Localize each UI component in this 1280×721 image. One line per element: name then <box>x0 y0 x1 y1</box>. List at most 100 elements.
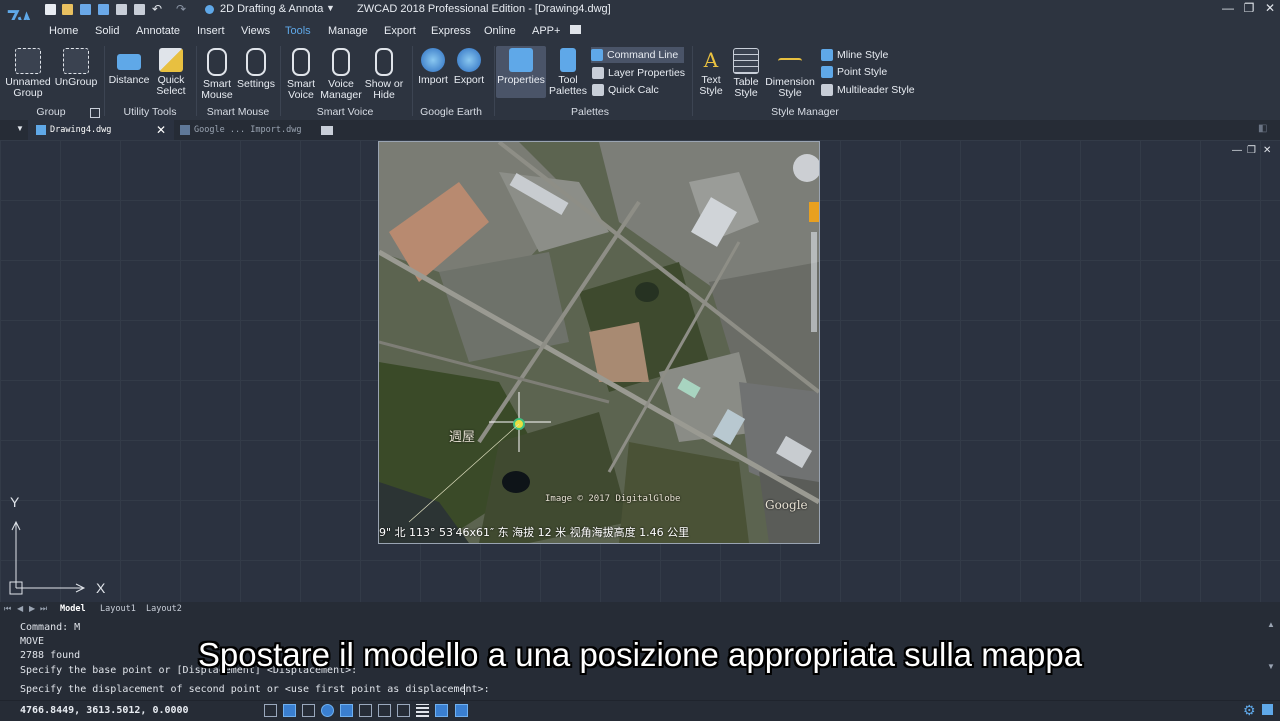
dwg-file-icon <box>180 124 190 135</box>
selection-cycling-icon[interactable] <box>455 704 468 717</box>
command-scroll-up-icon[interactable]: ▲ <box>1267 620 1275 629</box>
print-icon[interactable] <box>116 4 127 15</box>
close-tab-icon[interactable]: ✕ <box>156 120 166 140</box>
smart-voice-panel-label: Smart Voice <box>316 106 374 118</box>
satellite-imagery <box>379 142 819 543</box>
palettes-panel-label: Palettes <box>571 106 609 118</box>
command-line-button[interactable]: Command Line <box>591 47 685 63</box>
distance-button[interactable]: Distance <box>106 48 152 86</box>
tab-layout1[interactable]: Layout1 <box>100 604 136 614</box>
menu-tools[interactable]: Tools <box>285 25 311 37</box>
tab-scroll-icon[interactable]: ◧ <box>1258 123 1267 134</box>
grid-display-icon[interactable] <box>283 704 296 717</box>
tool-palettes-button[interactable]: Tool Palettes <box>548 48 588 97</box>
dynamic-ucs-icon[interactable] <box>378 704 391 717</box>
lineweight-icon[interactable] <box>416 704 429 717</box>
object-snap-tracking-icon[interactable] <box>359 704 372 717</box>
google-earth-import-button[interactable]: Import <box>414 48 452 86</box>
layer-properties-button[interactable]: Layer Properties <box>592 65 685 81</box>
table-style-icon <box>733 48 759 74</box>
point-style-button[interactable]: Point Style <box>821 64 887 80</box>
undo-icon[interactable]: ↶ <box>152 2 162 16</box>
separator <box>196 46 197 116</box>
minimize-button[interactable]: — <box>1219 1 1237 15</box>
snap-mode-icon[interactable] <box>264 704 277 717</box>
voice-manager-button[interactable]: Voice Manager <box>318 48 364 101</box>
menu-insert[interactable]: Insert <box>197 25 225 37</box>
ortho-mode-icon[interactable] <box>302 704 315 717</box>
menu-express[interactable]: Express <box>431 25 471 37</box>
quick-select-icon <box>159 48 183 72</box>
settings-gear-icon[interactable]: ⚙ <box>1243 702 1256 719</box>
menu-online[interactable]: Online <box>484 25 516 37</box>
menu-export[interactable]: Export <box>384 25 416 37</box>
map-status-bar: 9" 北 113° 53′46x61″ 东 海拔 12 米 视角海拔高度 1.4… <box>379 526 690 539</box>
utility-tools-panel-label: Utility Tools <box>123 106 177 118</box>
quick-properties-icon[interactable] <box>435 704 448 717</box>
quick-select-button[interactable]: Quick Select <box>152 48 190 97</box>
ungroup-button[interactable]: UnGroup <box>54 48 98 88</box>
tab-layout2[interactable]: Layout2 <box>146 604 182 614</box>
ucs-x-label: X <box>96 580 106 596</box>
unnamed-group-button[interactable]: Unnamed Group <box>4 48 52 99</box>
next-layout-icon[interactable]: ▶ <box>29 604 35 613</box>
dynamic-input-icon[interactable] <box>397 704 410 717</box>
drawing-close-button[interactable]: ✕ <box>1263 145 1271 156</box>
last-layout-icon[interactable]: ⏭ <box>40 604 47 614</box>
text-style-button[interactable]: A Text Style <box>694 48 728 97</box>
tab-model[interactable]: Model <box>60 604 86 614</box>
mouse-settings-icon <box>246 48 266 76</box>
fullscreen-icon[interactable] <box>1262 704 1273 715</box>
menu-manage[interactable]: Manage <box>328 25 368 37</box>
menu-app-plus[interactable]: APP+ <box>532 25 560 37</box>
tab-drawing4[interactable]: Drawing4.dwg ✕ <box>28 120 174 140</box>
maximize-button[interactable]: ❐ <box>1240 1 1258 15</box>
separator <box>412 46 413 116</box>
quick-calc-button[interactable]: Quick Calc <box>592 82 659 98</box>
drawing-minimize-button[interactable]: — <box>1232 145 1242 156</box>
group-panel-launcher-icon[interactable] <box>90 108 100 118</box>
smart-mouse-panel-label: Smart Mouse <box>206 106 270 118</box>
multileader-style-button[interactable]: Multileader Style <box>821 82 915 98</box>
first-layout-icon[interactable]: ⏮ <box>4 604 11 614</box>
workspace-dropdown-icon[interactable]: ▼ <box>326 3 335 13</box>
distance-ruler-icon <box>117 54 141 70</box>
smart-voice-button[interactable]: Smart Voice <box>282 48 320 101</box>
tab-list-dropdown-icon[interactable]: ▼ <box>16 124 24 133</box>
table-style-button[interactable]: Table Style <box>730 48 762 99</box>
mline-style-button[interactable]: Mline Style <box>821 47 888 63</box>
workspace-selector[interactable]: 2D Drafting & Annota <box>220 3 323 15</box>
plot-preview-icon[interactable] <box>134 4 145 15</box>
workspace-icon <box>205 5 214 14</box>
show-or-hide-button[interactable]: Show or Hide <box>362 48 406 101</box>
object-snap-icon[interactable] <box>340 704 353 717</box>
dimension-style-button[interactable]: Dimension Style <box>764 48 816 99</box>
command-input[interactable]: Specify the displacement of second point… <box>20 684 490 695</box>
new-file-icon[interactable] <box>45 4 56 15</box>
properties-icon <box>509 48 533 72</box>
close-button[interactable]: ✕ <box>1261 1 1279 15</box>
previous-layout-icon[interactable]: ◀ <box>17 604 23 613</box>
tool-palettes-icon <box>560 48 576 72</box>
save-icon[interactable] <box>80 4 91 15</box>
google-earth-export-button[interactable]: Export <box>450 48 488 86</box>
menu-solid[interactable]: Solid <box>95 25 119 37</box>
menu-annotate[interactable]: Annotate <box>136 25 180 37</box>
map-place-label: 週屋 <box>449 429 476 444</box>
properties-button[interactable]: Properties <box>496 46 546 98</box>
smart-mouse-settings-button[interactable]: Settings <box>236 48 276 90</box>
voice-manager-icon <box>332 48 350 76</box>
tab-google-import[interactable]: Google ... Import.dwg <box>176 120 316 140</box>
video-subtitle: Spostare il modello a una posizione appr… <box>197 636 1083 673</box>
save-as-icon[interactable] <box>98 4 109 15</box>
ribbon-toggle-icon[interactable] <box>570 25 581 34</box>
mouse-icon <box>207 48 227 76</box>
smart-mouse-button[interactable]: Smart Mouse <box>198 48 236 101</box>
new-tab-icon[interactable] <box>321 126 333 135</box>
redo-icon[interactable]: ↷ <box>176 2 186 16</box>
menu-views[interactable]: Views <box>241 25 270 37</box>
drawing-restore-button[interactable]: ❐ <box>1247 145 1256 156</box>
open-file-icon[interactable] <box>62 4 73 15</box>
polar-tracking-icon[interactable] <box>321 704 334 717</box>
menu-home[interactable]: Home <box>49 25 78 37</box>
